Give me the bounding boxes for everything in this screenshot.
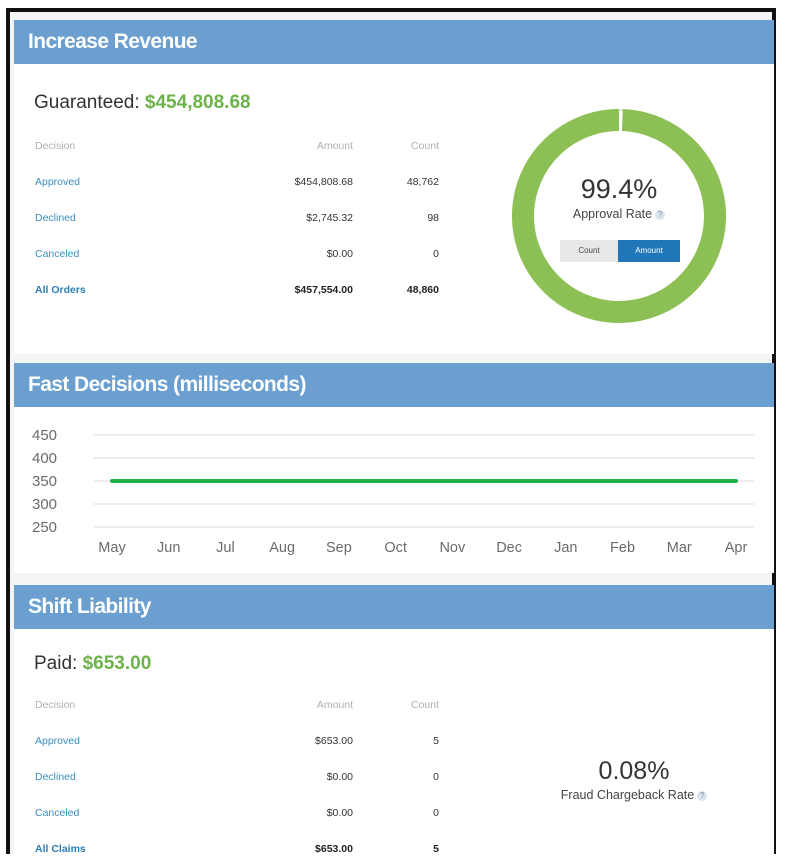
panel-header: Shift Liability — [14, 585, 774, 629]
table-header-row: Decision Amount Count — [34, 687, 440, 723]
chart-svg: 450 400 350 300 250 May Jun Jul Aug Sep Oct Nov Dec J… — [32, 427, 754, 556]
table-row-total: All Orders $457,554.00 48,860 — [34, 272, 440, 308]
question-mark-icon[interactable]: ? — [655, 209, 666, 220]
table-header-row: Decision Amount Count — [34, 128, 440, 164]
count-cell: 5 — [433, 843, 439, 855]
x-tick-label-feb: Feb — [610, 540, 635, 556]
canceled-claims-link[interactable]: Canceled — [34, 795, 184, 831]
approval-rate-donut: 99.4% Approval Rate? Count Amount — [499, 96, 739, 336]
x-tick-label-jun: Jun — [157, 540, 180, 556]
count-cell: 48,860 — [406, 284, 439, 296]
y-tick-label: 300 — [32, 496, 57, 513]
fraud-rate-label: Fraud Chargeback Rate? — [514, 788, 754, 802]
all-orders-link[interactable]: All Orders — [34, 272, 184, 308]
x-tick-label-mar: Mar — [667, 540, 692, 556]
guaranteed-value: $454,808.68 — [144, 92, 251, 113]
donut-center: 99.4% Approval Rate? — [519, 174, 719, 221]
approved-orders-link[interactable]: Approved — [34, 164, 184, 200]
table-row: Declined $0.00 0 — [34, 759, 440, 795]
y-tick-label: 250 — [32, 519, 57, 536]
table-row: Approved $454,808.68 48,762 — [34, 164, 440, 200]
x-tick-label-jul: Jul — [216, 540, 235, 556]
count-amount-toggle: Count Amount — [560, 240, 680, 262]
liability-table: Decision Amount Count Approved $653.00 5… — [34, 687, 440, 867]
canceled-orders-link[interactable]: Canceled — [34, 236, 184, 272]
approval-rate-label: Approval Rate? — [519, 207, 719, 221]
decision-time-chart: 450 400 350 300 250 May Jun Jul Aug Sep Oct Nov Dec J… — [14, 407, 774, 573]
revenue-table: Decision Amount Count Approved $454,808.… — [34, 128, 440, 308]
fast-decisions-panel: Fast Decisions (milliseconds) 450 400 350 3… — [14, 363, 774, 573]
count-cell: 0 — [433, 807, 439, 819]
count-cell: 48,762 — [406, 176, 439, 188]
approved-claims-link[interactable]: Approved — [34, 723, 184, 759]
count-toggle-button[interactable]: Count — [560, 240, 618, 262]
table-row: Canceled $0.00 0 — [34, 795, 440, 831]
approval-percentage: 99.4% — [580, 174, 658, 204]
count-cell: 0 — [433, 248, 439, 260]
amount-toggle-button[interactable]: Amount — [618, 240, 680, 262]
paid-label: Paid: — [34, 653, 78, 674]
column-header: Decision — [35, 699, 76, 711]
amount-cell: $2,745.32 — [306, 212, 353, 224]
panel-header: Fast Decisions (milliseconds) — [14, 363, 774, 407]
table-row: Approved $653.00 5 — [34, 723, 440, 759]
x-tick-label-may: May — [98, 540, 126, 556]
fraud-percentage: 0.08% — [598, 757, 670, 785]
amount-cell: $653.00 — [315, 735, 353, 747]
amount-cell: $457,554.00 — [294, 284, 353, 296]
paid-value: $653.00 — [82, 653, 152, 674]
column-header: Amount — [316, 699, 353, 711]
amount-cell: $454,808.68 — [294, 176, 353, 188]
count-cell: 98 — [427, 212, 439, 224]
panel-header: Increase Revenue — [14, 20, 774, 64]
y-tick-label: 450 — [32, 427, 57, 444]
all-claims-link[interactable]: All Claims — [34, 831, 184, 867]
guaranteed-label: Guaranteed: — [34, 92, 140, 113]
x-tick-label-nov: Nov — [439, 540, 466, 556]
column-header: Count — [410, 140, 439, 152]
fraud-rate-text: Fraud Chargeback Rate — [560, 788, 695, 802]
x-tick-label-jan: Jan — [554, 540, 577, 556]
amount-cell: $0.00 — [326, 807, 353, 819]
y-tick-label: 350 — [32, 473, 57, 490]
amount-cell: $653.00 — [315, 843, 353, 855]
column-header: Decision — [35, 140, 76, 152]
table-row-total: All Claims $653.00 5 — [34, 831, 440, 867]
count-cell: 0 — [433, 771, 439, 783]
amount-cell: $0.00 — [326, 248, 353, 260]
table-row: Declined $2,745.32 98 — [34, 200, 440, 236]
declined-orders-link[interactable]: Declined — [34, 200, 184, 236]
shift-liability-panel: Shift Liability Paid: $653.00 Decision A… — [14, 585, 774, 855]
x-tick-label-sep: Sep — [326, 540, 352, 556]
guaranteed-summary: Guaranteed: $454,808.68 — [34, 92, 251, 114]
declined-claims-link[interactable]: Declined — [34, 759, 184, 795]
paid-summary: Paid: $653.00 — [34, 653, 151, 675]
count-cell: 5 — [433, 735, 439, 747]
table-row: Canceled $0.00 0 — [34, 236, 440, 272]
fraud-rate-block: 0.08% Fraud Chargeback Rate? — [514, 757, 754, 802]
column-header: Count — [410, 699, 439, 711]
approval-rate-text: Approval Rate — [572, 207, 653, 221]
increase-revenue-panel: Increase Revenue Guaranteed: $454,808.68… — [14, 20, 774, 354]
column-header: Amount — [316, 140, 353, 152]
x-tick-label-apr: Apr — [725, 540, 748, 556]
y-tick-label: 400 — [32, 450, 57, 467]
x-tick-label-oct: Oct — [384, 540, 407, 556]
x-tick-label-aug: Aug — [269, 540, 295, 556]
question-mark-icon[interactable]: ? — [697, 790, 708, 801]
amount-cell: $0.00 — [326, 771, 353, 783]
x-tick-label-dec: Dec — [496, 540, 522, 556]
